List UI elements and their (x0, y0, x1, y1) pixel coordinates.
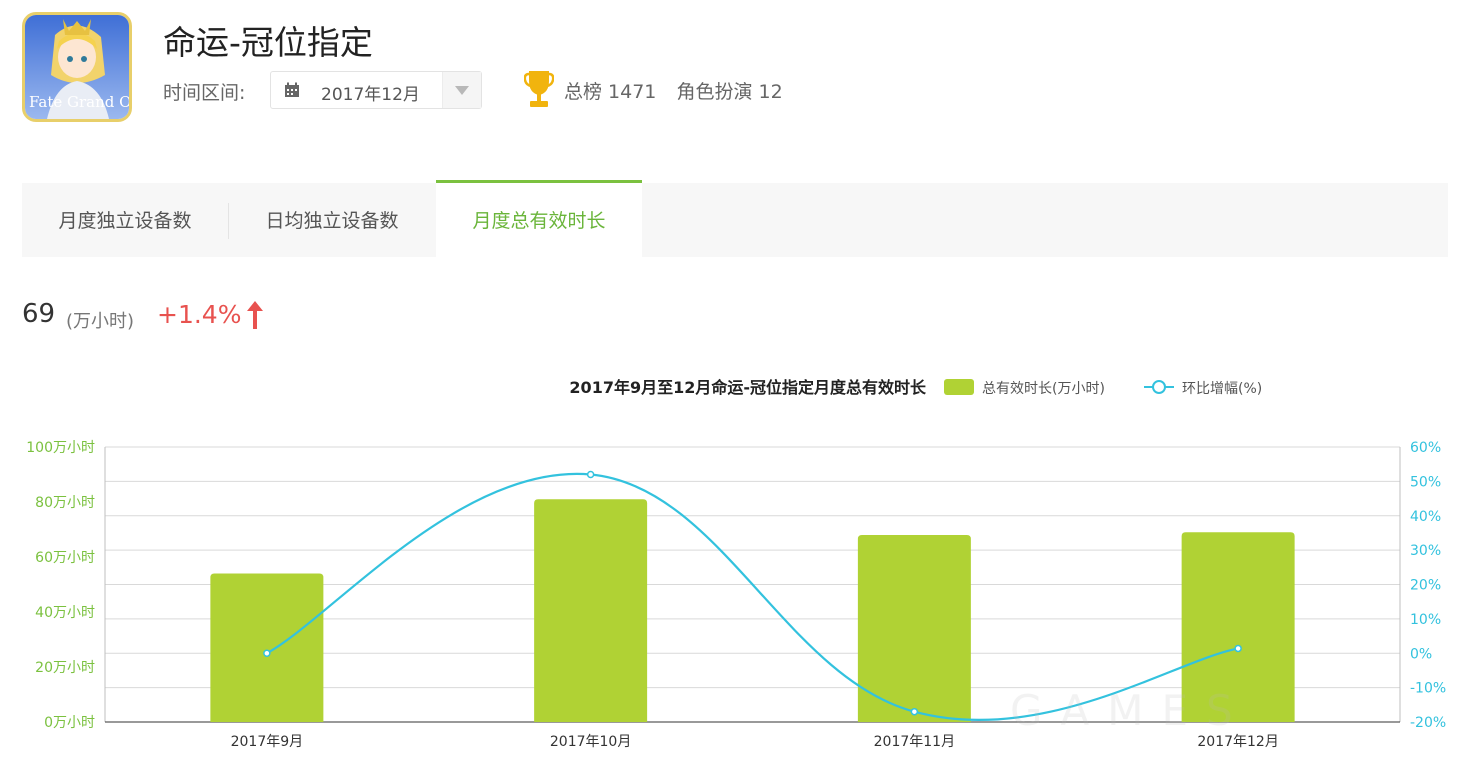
x-tick-label: 2017年12月 (1197, 734, 1278, 750)
rank-info: 总榜 1471 角色扮演 12 (564, 77, 797, 104)
y-left-tick-label: 80万小时 (35, 495, 95, 511)
month-select-value: 2017年12月 (321, 85, 420, 105)
chevron-down-icon (455, 86, 469, 95)
kpi-change: +1.4% (157, 300, 242, 329)
y-left-tick-label: 0万小时 (44, 715, 95, 731)
legend-line-label: 环比增幅(%) (1182, 381, 1262, 397)
y-right-tick-label: 10% (1410, 612, 1441, 628)
y-right-tick-label: 0% (1410, 646, 1432, 662)
dropdown-toggle[interactable] (442, 72, 481, 108)
growth-line (266, 472, 1239, 722)
rank-category: 角色扮演 12 (676, 81, 783, 103)
y-right-tick-label: 50% (1410, 474, 1441, 490)
bar[interactable] (857, 535, 971, 722)
y-left-tick-label: 40万小时 (35, 605, 95, 621)
metric-tabs: 月度独立设备数 日均独立设备数 月度总有效时长 (22, 180, 1448, 257)
line-point[interactable] (263, 649, 271, 657)
legend-line-marker (1152, 380, 1166, 394)
app-icon: Fate Grand Order (22, 12, 132, 122)
tab-monthly-duration[interactable]: 月度总有效时长 (436, 180, 642, 257)
app-title: 命运-冠位指定 (163, 23, 373, 62)
line-point[interactable] (1234, 644, 1242, 653)
y-left-tick-label: 100万小时 (26, 440, 95, 456)
legend-bar-swatch (944, 379, 974, 395)
duration-chart: 2017年9月至12月命运-冠位指定月度总有效时长 总有效时长(万小时) 环比增… (26, 378, 1446, 750)
y-right-tick-label: 30% (1410, 543, 1441, 559)
bar[interactable] (210, 573, 324, 723)
rank-overall: 总榜 1471 (564, 81, 657, 103)
y-right-tick-label: 40% (1410, 509, 1441, 525)
x-tick-label: 2017年9月 (231, 734, 304, 750)
watermark: GAMES (1010, 686, 1251, 735)
y-left-tick-label: 20万小时 (35, 660, 95, 676)
kpi-unit: (万小时) (66, 311, 135, 332)
month-select[interactable]: 2017年12月 (270, 71, 482, 109)
x-tick-label: 2017年10月 (550, 734, 631, 750)
tab-monthly-devices[interactable]: 月度独立设备数 (22, 183, 228, 257)
trophy-icon (524, 71, 554, 107)
chart-legend: 总有效时长(万小时) 环比增幅(%) (944, 379, 1262, 397)
line-point[interactable] (910, 707, 919, 716)
y-right-tick-label: -10% (1410, 681, 1446, 697)
legend-bar-label: 总有效时长(万小时) (982, 381, 1105, 397)
arrow-up-icon (247, 301, 263, 329)
fgo-logo-text: Fate Grand Order (29, 93, 129, 111)
y-right-tick-label: 60% (1410, 440, 1441, 456)
time-range-label: 时间区间: (163, 82, 246, 104)
y-right-tick-label: -20% (1410, 715, 1446, 731)
y-left-tick-label: 60万小时 (35, 550, 95, 566)
chart-title: 2017年9月至12月命运-冠位指定月度总有效时长 (569, 378, 927, 397)
kpi-value: 69 (22, 299, 56, 329)
bar[interactable] (534, 499, 648, 722)
tab-daily-devices[interactable]: 日均独立设备数 (228, 183, 436, 257)
calendar-icon (285, 82, 299, 97)
x-tick-label: 2017年11月 (874, 734, 955, 750)
line-point[interactable] (586, 470, 595, 479)
y-right-tick-label: 20% (1410, 578, 1441, 594)
